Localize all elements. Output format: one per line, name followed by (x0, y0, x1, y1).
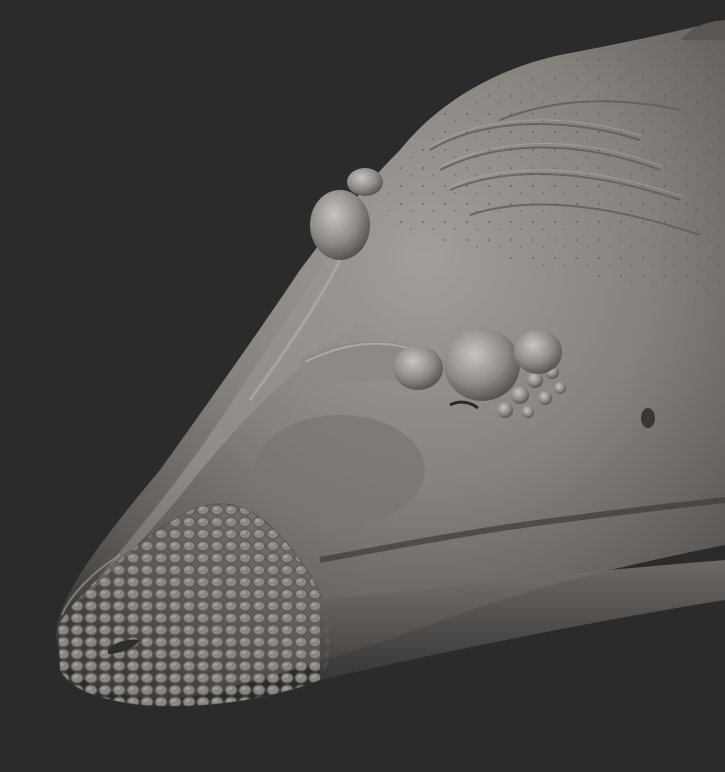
sculpt-viewport[interactable] (0, 0, 725, 772)
dinosaur-head-render (56, 20, 725, 707)
ear-opening (641, 408, 655, 428)
cheek-patch (255, 415, 425, 525)
